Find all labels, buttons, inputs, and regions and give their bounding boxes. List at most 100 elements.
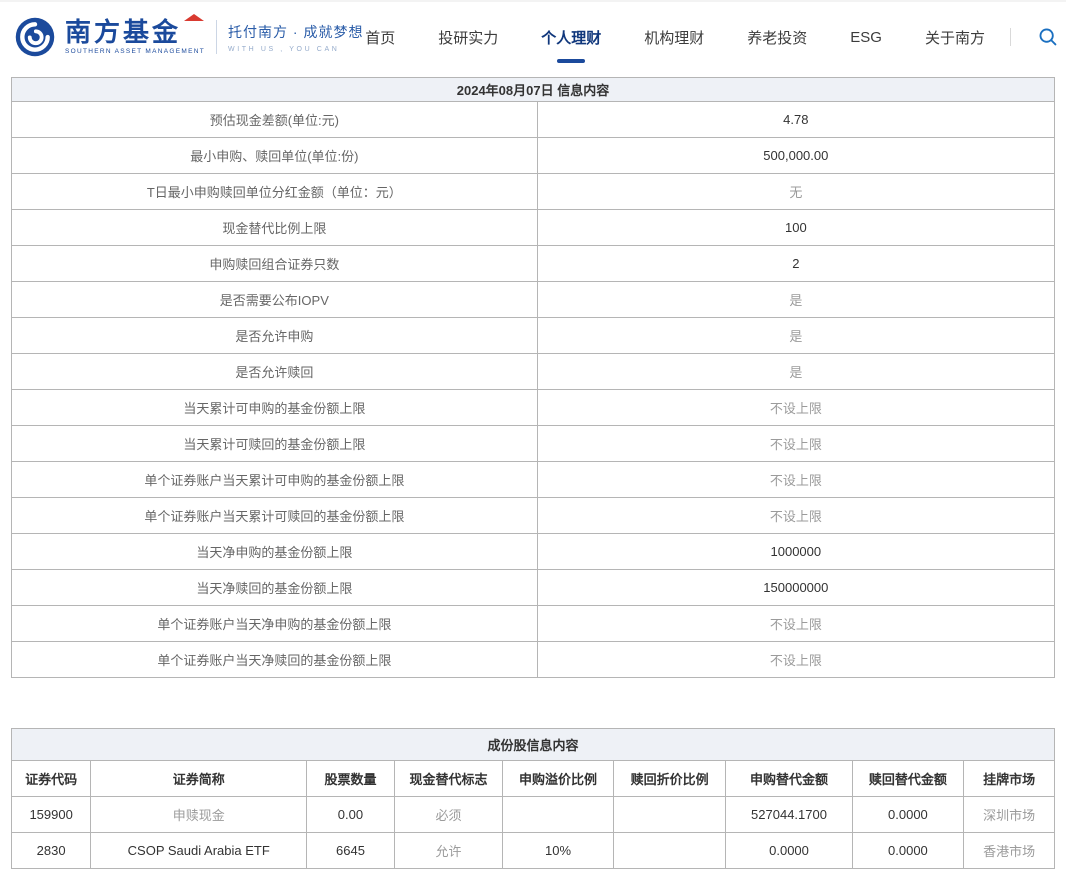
table-row: 是否需要公布IOPV 是 [11,281,1056,318]
table-row: 单个证券账户当天累计可赎回的基金份额上限 不设上限 [11,497,1056,534]
col-header-shares: 股票数量 [306,760,395,797]
info-row-value: 4.78 [536,101,1056,138]
brand-name-cn: 南方基金 [65,14,205,45]
col-header-market: 挂牌市场 [963,760,1055,797]
nav-item-home[interactable]: 首页 [365,27,395,48]
info-row-label: 单个证券账户当天累计可赎回的基金份额上限 [11,497,538,534]
stock-cell: 159900 [10,796,92,833]
info-row-value: 150000000 [536,569,1056,606]
nav-item-about[interactable]: 关于南方 [925,27,985,48]
stock-cell: 0.00 [306,796,395,833]
table-row: 申购赎回组合证券只数 2 [11,245,1056,282]
info-row-value: 500,000.00 [536,137,1056,174]
info-table-title: 2024年08月07日 信息内容 [11,77,1055,102]
info-row-value: 不设上限 [536,641,1056,678]
brand-name-en: SOUTHERN ASSET MANAGEMENT [65,48,206,55]
table-row: 是否允许申购是 [11,317,1056,354]
table-row: 是否允许赎回是 [11,353,1056,390]
table-row: 单个证券账户当天累计可申购的基金份额上限 不设上限 [11,461,1056,498]
info-row-value: 是 [536,317,1056,354]
stock-cell: 0.0000 [725,832,853,869]
stock-cell: 0.0000 [851,832,965,869]
info-row-value: 1000000 [536,533,1056,570]
search-icon [1039,28,1057,46]
nav-divider [1010,28,1011,46]
stock-cell: 申赎现金 [90,796,308,833]
info-row-label: 当天累计可赎回的基金份额上限 [11,425,538,462]
col-header-cash-substitute-flag: 现金替代标志 [393,760,504,797]
table-row: 2830 CSOP Saudi Arabia ETF 6645 允许 10% 0… [10,832,1055,869]
info-row-label: 预估现金差额(单位:元) [11,101,538,138]
info-row-label: 当天净申购的基金份额上限 [11,533,538,570]
site-header: 南方基金 SOUTHERN ASSET MANAGEMENT 托付南方 · 成就… [0,2,1066,72]
stock-cell: 0.0000 [851,796,965,833]
col-header-subscription-amount: 申购替代金额 [725,760,853,797]
brand-tagline-en: WITH US , YOU CAN [228,45,340,53]
table-row: 单个证券账户当天净申购的基金份额上限 不设上限 [11,605,1056,642]
stock-cell: 香港市场 [963,832,1055,869]
info-row-value: 不设上限 [536,425,1056,462]
col-header-subscription-premium: 申购溢价比例 [502,760,614,797]
search-button[interactable] [1038,27,1058,47]
table-row: 当天净申购的基金份额上限 1000000 [11,533,1056,570]
info-row-label: 当天净赎回的基金份额上限 [11,569,538,606]
nav-item-institutional[interactable]: 机构理财 [644,27,704,48]
stock-table-header-row: 证券代码 证券简称 股票数量 现金替代标志 申购溢价比例 赎回折价比例 申购替代… [10,760,1055,797]
col-header-name: 证券简称 [90,760,308,797]
info-row-label: 申购赎回组合证券只数 [11,245,538,282]
stock-table-title: 成份股信息内容 [11,728,1055,761]
info-row-label: 当天累计可申购的基金份额上限 [11,389,538,426]
table-row: 159900 申赎现金 0.00 必须 527044.1700 0.0000 深… [10,796,1055,833]
stock-cell: 527044.1700 [725,796,853,833]
stock-cell: 必须 [393,796,504,833]
table-gap [11,678,1055,728]
info-row-value: 不设上限 [536,461,1056,498]
stock-cell: 允许 [393,832,504,869]
info-row-label: 现金替代比例上限 [11,209,538,246]
info-row-label: 单个证券账户当天累计可申购的基金份额上限 [11,461,538,498]
table-row: 当天累计可赎回的基金份额上限 不设上限 [11,425,1056,462]
info-row-value: 不设上限 [536,497,1056,534]
logo-swirl-icon [15,17,55,57]
stock-cell [612,832,727,869]
brand-tagline-cn: 托付南方 · 成就梦想 [228,23,364,40]
stock-table: 成份股信息内容 证券代码 证券简称 股票数量 现金替代标志 申购溢价比例 赎回折… [10,728,1055,869]
info-row-label: T日最小申购赎回单位分红金额（单位：元） [11,173,538,210]
info-row-label: 单个证券账户当天净赎回的基金份额上限 [11,641,538,678]
table-row: T日最小申购赎回单位分红金额（单位：元）无 [11,173,1056,210]
info-row-value: 是 [536,353,1056,390]
info-row-label: 最小申购、赎回单位(单位:份) [11,137,538,174]
logo-red-roof [184,14,205,21]
col-header-redemption-amount: 赎回替代金额 [851,760,965,797]
info-row-label: 是否需要公布IOPV [11,281,538,318]
info-row-value: 是 [536,281,1056,318]
table-row: 当天累计可申购的基金份额上限 不设上限 [11,389,1056,426]
info-row-label: 是否允许赎回 [11,353,538,390]
table-row: 单个证券账户当天净赎回的基金份额上限 不设上限 [11,641,1056,678]
logo-divider [216,20,218,54]
nav-item-research[interactable]: 投研实力 [438,27,498,48]
info-row-value: 无 [536,173,1056,210]
stock-cell [502,796,614,833]
main-nav: 首页 投研实力 个人理财 机构理财 养老投资 ESG 关于南方 [365,27,1060,48]
stock-table-title-row: 成份股信息内容 [11,728,1055,761]
table-row: 预估现金差额(单位:元) 4.78 [11,101,1056,138]
nav-item-esg[interactable]: ESG [850,29,882,46]
nav-item-personal-finance[interactable]: 个人理财 [541,27,601,48]
info-row-value: 2 [536,245,1056,282]
info-row-label: 单个证券账户当天净申购的基金份额上限 [11,605,538,642]
info-row-value: 不设上限 [536,605,1056,642]
brand-logo[interactable]: 南方基金 SOUTHERN ASSET MANAGEMENT 托付南方 · 成就… [14,14,364,58]
nav-item-pension[interactable]: 养老投资 [747,27,807,48]
info-row-value: 100 [536,209,1056,246]
info-table: 2024年08月07日 信息内容 预估现金差额(单位:元) 4.78 最小申购、赎… [11,77,1056,678]
col-header-code: 证券代码 [10,760,92,797]
stock-cell: CSOP Saudi Arabia ETF [90,832,308,869]
info-row-label: 是否允许申购 [11,317,538,354]
stock-cell [612,796,727,833]
col-header-redemption-discount: 赎回折价比例 [612,760,727,797]
table-row: 现金替代比例上限 100 [11,209,1056,246]
info-table-title-row: 2024年08月07日 信息内容 [11,77,1055,102]
table-row: 最小申购、赎回单位(单位:份) 500,000.00 [11,137,1056,174]
table-row: 当天净赎回的基金份额上限 150000000 [11,569,1056,606]
